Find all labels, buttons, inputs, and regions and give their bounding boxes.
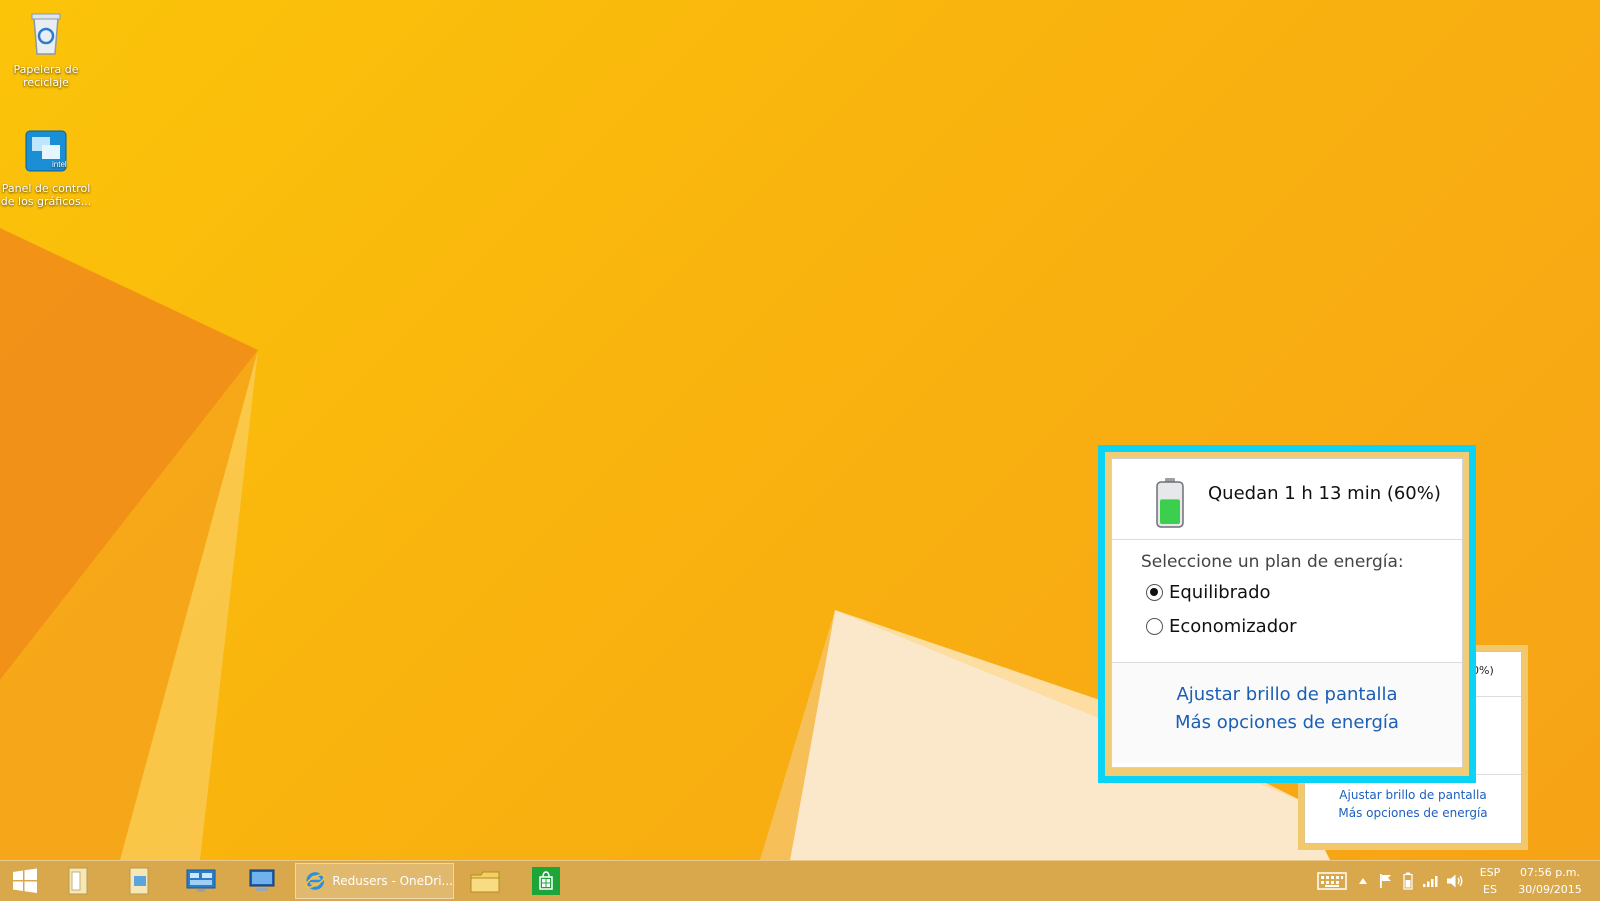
language-indicator[interactable]: ESP ES [1472, 861, 1508, 901]
remote-desktop-icon [249, 869, 275, 891]
recycle-bin-icon [31, 13, 61, 55]
taskbar-folder-app-2[interactable] [115, 863, 165, 899]
keyboard-icon [1317, 872, 1347, 890]
action-center-button[interactable] [1376, 861, 1396, 901]
ghost-brightness-link[interactable]: Ajustar brillo de pantalla [1305, 788, 1521, 802]
recycle-bin-desktop-icon[interactable]: Papelera de reciclaje [0, 8, 94, 89]
clock-date: 30/09/2015 [1518, 883, 1582, 896]
adjust-brightness-link[interactable]: Ajustar brillo de pantalla [1112, 684, 1462, 705]
plan-label-economizador: Economizador [1169, 616, 1297, 637]
touch-keyboard-button[interactable] [1313, 861, 1351, 901]
signal-bars-icon [1423, 876, 1438, 887]
intel-graphics-icon: intel [25, 130, 67, 172]
ie-window-title: Redusers - OneDri... [332, 874, 453, 888]
image-folder-icon [129, 867, 149, 895]
plan-option-equilibrado[interactable]: Equilibrado [1146, 582, 1271, 603]
battery-status-row: Quedan 1 h 13 min (60%) [1112, 459, 1462, 540]
clock-time: 07:56 p.m. [1520, 866, 1580, 879]
plan-label-equilibrado: Equilibrado [1169, 582, 1271, 603]
battery-tray-button[interactable] [1398, 861, 1418, 901]
store-icon [532, 867, 560, 895]
power-links-section: Ajustar brillo de pantalla Más opciones … [1112, 663, 1462, 763]
battery-flyout-frame: Quedan 1 h 13 min (60%) Seleccione un pl… [1105, 452, 1469, 776]
language-top: ESP [1479, 866, 1501, 879]
language-bottom: ES [1483, 883, 1497, 896]
flag-icon [1380, 874, 1391, 888]
speaker-icon [1447, 874, 1463, 888]
radio-equilibrado[interactable] [1146, 584, 1163, 601]
document-folder-icon [68, 867, 88, 895]
intel-graphics-label-line1: Panel de control [1, 182, 91, 195]
control-panel-icon [186, 869, 216, 892]
battery-flyout-panel: Quedan 1 h 13 min (60%) Seleccione un pl… [1111, 458, 1463, 768]
battery-status-text: Quedan 1 h 13 min (60%) [1208, 483, 1441, 504]
svg-text:intel: intel [52, 160, 67, 169]
recycle-bin-label-line2: reciclaje [23, 76, 69, 89]
plan-option-economizador[interactable]: Economizador [1146, 616, 1297, 637]
more-power-options-link[interactable]: Más opciones de energía [1112, 712, 1462, 733]
show-hidden-icons-button[interactable] [1353, 861, 1373, 901]
taskbar-file-explorer[interactable] [460, 863, 510, 899]
radio-economizador[interactable] [1146, 618, 1163, 635]
volume-tray-button[interactable] [1444, 861, 1466, 901]
taskbar-remote-desktop[interactable] [237, 863, 287, 899]
chevron-up-icon [1359, 878, 1367, 884]
intel-graphics-label-line2: de los gráficos... [0, 195, 92, 208]
battery-icon [1156, 478, 1184, 528]
taskbar-folder-app-1[interactable] [54, 863, 104, 899]
recycle-bin-label-line1: Papelera de [13, 63, 79, 76]
battery-tray-icon [1403, 872, 1413, 890]
windows-logo-icon [13, 868, 37, 893]
network-tray-button[interactable] [1420, 861, 1442, 901]
clock[interactable]: 07:56 p.m. 30/09/2015 [1511, 861, 1589, 901]
file-explorer-icon [470, 871, 500, 893]
taskbar: Redusers - OneDri... ESP ES 07:56 p.m. 3… [0, 860, 1600, 901]
taskbar-store[interactable] [521, 863, 571, 899]
taskbar-control-panel[interactable] [176, 863, 226, 899]
taskbar-ie-window[interactable]: Redusers - OneDri... [295, 863, 454, 899]
power-plan-title: Seleccione un plan de energía: [1141, 552, 1404, 572]
start-button[interactable] [0, 863, 50, 899]
power-plan-section: Seleccione un plan de energía: Equilibra… [1112, 540, 1462, 663]
battery-flyout: Quedan 1 h 13 min (60%) Seleccione un pl… [1098, 445, 1476, 783]
internet-explorer-icon [305, 872, 326, 890]
ghost-power-options-link[interactable]: Más opciones de energía [1305, 806, 1521, 820]
intel-graphics-desktop-icon[interactable]: intel Panel de control de los gráficos..… [0, 127, 94, 208]
